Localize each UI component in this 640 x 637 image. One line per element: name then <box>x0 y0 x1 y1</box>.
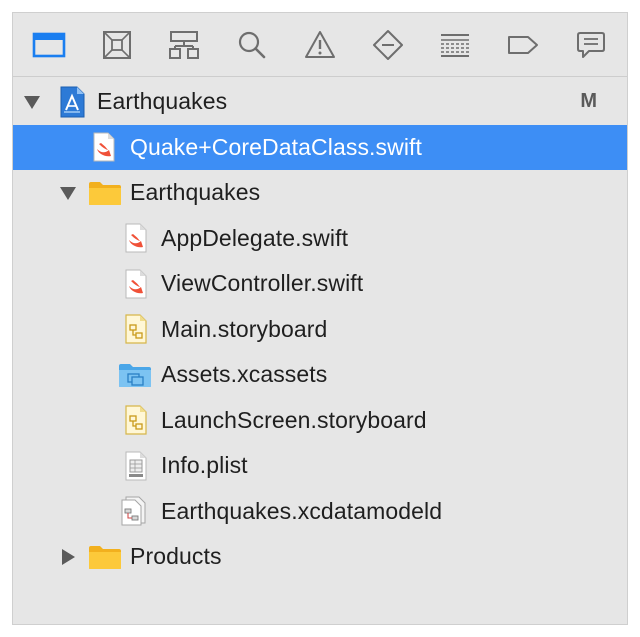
find-navigator-button[interactable] <box>232 25 272 65</box>
storyboard-file-icon <box>121 404 151 436</box>
tree-row-selected-file[interactable]: Quake+CoreDataClass.swift <box>13 124 627 170</box>
tree-row-group[interactable]: Earthquakes <box>13 170 627 216</box>
folder-icon <box>87 177 123 209</box>
xcode-project-icon <box>57 86 87 118</box>
report-navigator-icon <box>577 31 605 58</box>
tree-row-file[interactable]: Assets.xcassets <box>13 352 627 398</box>
find-navigator-icon <box>239 31 266 58</box>
file-label: ViewController.swift <box>161 270 364 297</box>
debug-navigator-icon <box>441 33 470 57</box>
source-control-navigator-button[interactable] <box>97 25 137 65</box>
report-navigator-button[interactable] <box>571 25 611 65</box>
tree-row-file[interactable]: Main.storyboard <box>13 307 627 353</box>
tree-row-file[interactable]: Earthquakes.xcdatamodeld <box>13 489 627 535</box>
swift-file-icon <box>121 268 151 300</box>
issue-navigator-icon <box>304 30 335 58</box>
file-label: Info.plist <box>161 452 248 479</box>
disclosure-expanded-icon[interactable] <box>23 93 41 111</box>
file-tree: Earthquakes M Quake+CoreDataClass.swift <box>13 79 627 580</box>
file-label: Earthquakes.xcdatamodeld <box>161 497 443 524</box>
tree-row-project[interactable]: Earthquakes M <box>13 79 627 125</box>
file-label: LaunchScreen.storyboard <box>161 406 427 433</box>
swift-file-icon <box>89 131 119 163</box>
folder-icon <box>87 541 123 573</box>
project-label: Earthquakes <box>97 88 228 115</box>
group-label: Earthquakes <box>130 179 261 206</box>
debug-navigator-button[interactable] <box>435 25 475 65</box>
disclosure-expanded-icon[interactable] <box>59 184 77 202</box>
tree-row-file[interactable]: AppDelegate.swift <box>13 216 627 262</box>
disclosure-collapsed-icon[interactable] <box>59 548 77 566</box>
source-control-navigator-icon <box>102 30 131 59</box>
tree-row-file[interactable]: Info.plist <box>13 443 627 489</box>
symbol-navigator-button[interactable] <box>164 25 204 65</box>
test-navigator-button[interactable] <box>368 25 408 65</box>
symbol-navigator-icon <box>169 30 200 59</box>
swift-file-icon <box>121 222 151 254</box>
asset-catalog-icon <box>117 359 153 391</box>
tree-row-products[interactable]: Products <box>13 534 627 580</box>
storyboard-file-icon <box>121 313 151 345</box>
breakpoint-navigator-icon <box>508 35 539 54</box>
selected-file-label: Quake+CoreDataClass.swift <box>130 133 423 160</box>
tree-row-file[interactable]: ViewController.swift <box>13 261 627 307</box>
file-label: Main.storyboard <box>161 315 328 342</box>
modified-badge: M <box>580 90 597 113</box>
tree-row-file[interactable]: LaunchScreen.storyboard <box>13 398 627 444</box>
plist-file-icon <box>121 450 151 482</box>
project-navigator-panel: Earthquakes M Quake+CoreDataClass.swift <box>12 12 628 625</box>
issue-navigator-button[interactable] <box>300 25 340 65</box>
products-label: Products <box>130 543 222 570</box>
project-navigator-icon <box>32 32 66 57</box>
file-label: Assets.xcassets <box>161 361 328 388</box>
test-navigator-icon <box>372 29 403 60</box>
data-model-icon <box>119 495 149 527</box>
navigator-toolbar <box>13 13 627 77</box>
file-label: AppDelegate.swift <box>161 224 349 251</box>
project-navigator-button[interactable] <box>29 25 69 65</box>
breakpoint-navigator-button[interactable] <box>503 25 543 65</box>
